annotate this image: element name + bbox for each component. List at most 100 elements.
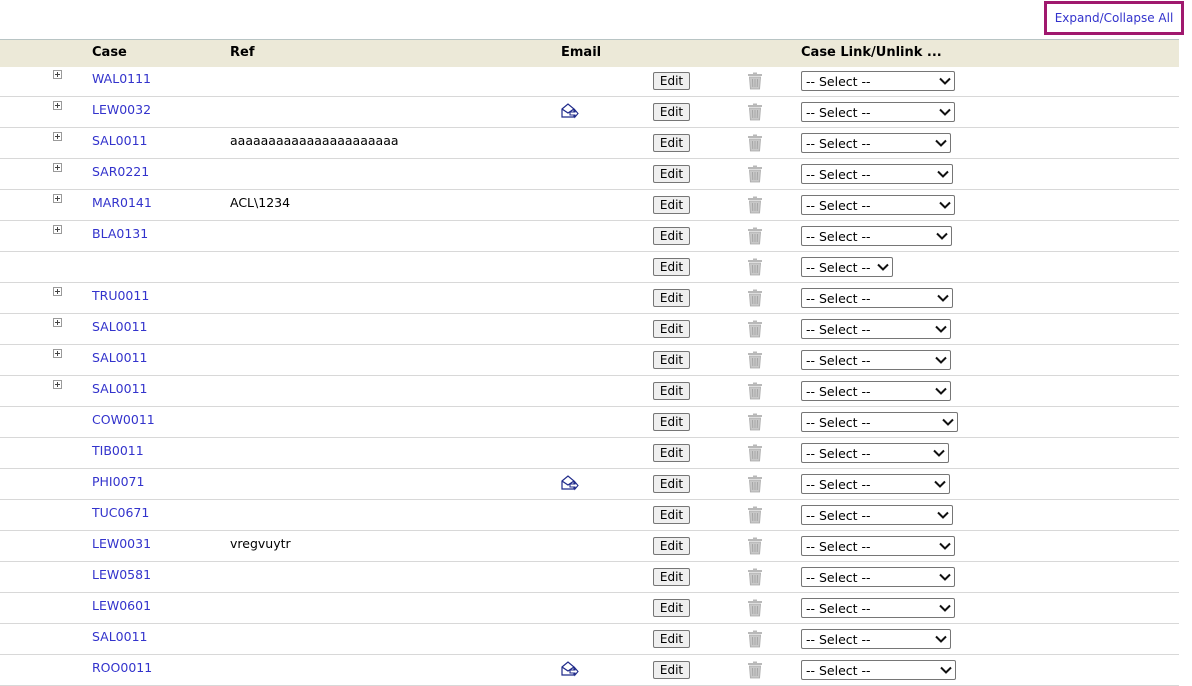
case-link[interactable]: COW0011 (92, 412, 155, 427)
case-link[interactable]: MAR0141 (92, 195, 152, 210)
edit-button[interactable]: Edit (653, 134, 690, 152)
trash-icon[interactable] (747, 72, 763, 90)
case-link[interactable]: LEW0581 (92, 567, 151, 582)
case-link-select[interactable]: -- Select -- (801, 319, 951, 339)
case-link-select[interactable]: -- Select -- (801, 474, 950, 494)
edit-button[interactable]: Edit (653, 599, 690, 617)
case-link[interactable]: LEW0031 (92, 536, 151, 551)
case-link[interactable]: SAL0011 (92, 133, 148, 148)
expand-row-plus-icon[interactable] (53, 101, 62, 110)
select-value: -- Select -- (806, 260, 871, 275)
case-link[interactable]: LEW0601 (92, 598, 151, 613)
edit-button[interactable]: Edit (653, 568, 690, 586)
expand-row-plus-icon[interactable] (53, 132, 62, 141)
case-link-select[interactable]: -- Select -- (801, 629, 951, 649)
select-value: -- Select -- (806, 570, 871, 585)
case-link[interactable]: SAL0011 (92, 629, 148, 644)
chevron-down-icon (934, 137, 950, 149)
case-link-select[interactable]: -- Select -- (801, 257, 893, 277)
edit-button[interactable]: Edit (653, 630, 690, 648)
edit-button[interactable]: Edit (653, 289, 690, 307)
case-link-select[interactable]: -- Select -- (801, 660, 956, 680)
expand-row-plus-icon[interactable] (53, 318, 62, 327)
case-link[interactable]: TUC0671 (92, 505, 149, 520)
trash-icon[interactable] (747, 227, 763, 245)
select-value: -- Select -- (806, 322, 871, 337)
case-link[interactable]: PHI0071 (92, 474, 144, 489)
trash-icon[interactable] (747, 320, 763, 338)
trash-icon[interactable] (747, 196, 763, 214)
trash-icon[interactable] (747, 661, 763, 679)
expand-row-plus-icon[interactable] (53, 287, 62, 296)
case-link-select[interactable]: -- Select -- (801, 443, 949, 463)
case-link[interactable]: WAL0111 (92, 71, 151, 86)
edit-button[interactable]: Edit (653, 165, 690, 183)
case-link-select[interactable]: -- Select -- (801, 381, 951, 401)
case-link-select[interactable]: -- Select -- (801, 226, 952, 246)
expand-row-plus-icon[interactable] (53, 349, 62, 358)
case-link[interactable]: SAL0011 (92, 350, 148, 365)
edit-button[interactable]: Edit (653, 103, 690, 121)
case-link[interactable]: TIB0011 (92, 443, 144, 458)
trash-icon[interactable] (747, 599, 763, 617)
edit-button[interactable]: Edit (653, 351, 690, 369)
edit-button[interactable]: Edit (653, 444, 690, 462)
trash-icon[interactable] (747, 351, 763, 369)
case-link-select[interactable]: -- Select -- (801, 350, 951, 370)
email-forward-icon[interactable] (560, 475, 579, 491)
case-link-select[interactable]: -- Select -- (801, 71, 955, 91)
expand-row-plus-icon[interactable] (53, 194, 62, 203)
trash-icon[interactable] (747, 537, 763, 555)
email-forward-icon[interactable] (560, 103, 579, 119)
case-link-select[interactable]: -- Select -- (801, 102, 955, 122)
edit-button[interactable]: Edit (653, 506, 690, 524)
expand-row-plus-icon[interactable] (53, 225, 62, 234)
case-link-select[interactable]: -- Select -- (801, 536, 955, 556)
trash-icon[interactable] (747, 506, 763, 524)
edit-button[interactable]: Edit (653, 196, 690, 214)
trash-icon[interactable] (747, 475, 763, 493)
table-row: SAL0011 Edit -- Select -- (0, 314, 1179, 345)
expand-row-plus-icon[interactable] (53, 163, 62, 172)
trash-icon[interactable] (747, 444, 763, 462)
trash-icon[interactable] (747, 630, 763, 648)
case-link-select[interactable]: -- Select -- (801, 505, 953, 525)
trash-icon[interactable] (747, 258, 763, 276)
case-link[interactable]: ROO0011 (92, 660, 152, 675)
case-link-select[interactable]: -- Select -- (801, 164, 953, 184)
trash-icon[interactable] (747, 568, 763, 586)
case-link[interactable]: LEW0032 (92, 102, 151, 117)
case-link[interactable]: SAL0011 (92, 319, 148, 334)
edit-button[interactable]: Edit (653, 661, 690, 679)
expand-collapse-all-button[interactable]: Expand/Collapse All (1044, 1, 1184, 35)
select-value: -- Select -- (806, 74, 871, 89)
case-link[interactable]: BLA0131 (92, 226, 148, 241)
trash-icon[interactable] (747, 289, 763, 307)
edit-button[interactable]: Edit (653, 413, 690, 431)
case-link-select[interactable]: -- Select -- (801, 133, 951, 153)
expand-row-plus-icon[interactable] (53, 70, 62, 79)
edit-button[interactable]: Edit (653, 320, 690, 338)
trash-icon[interactable] (747, 413, 763, 431)
edit-button[interactable]: Edit (653, 72, 690, 90)
edit-button[interactable]: Edit (653, 227, 690, 245)
header-ref: Ref (230, 45, 254, 60)
case-link-select[interactable]: -- Select -- (801, 288, 953, 308)
email-forward-icon[interactable] (560, 661, 579, 677)
case-link-select[interactable]: -- Select -- (801, 598, 955, 618)
trash-icon[interactable] (747, 103, 763, 121)
trash-icon[interactable] (747, 165, 763, 183)
edit-button[interactable]: Edit (653, 475, 690, 493)
case-link[interactable]: SAR0221 (92, 164, 149, 179)
case-link[interactable]: SAL0011 (92, 381, 148, 396)
edit-button[interactable]: Edit (653, 258, 690, 276)
expand-row-plus-icon[interactable] (53, 380, 62, 389)
trash-icon[interactable] (747, 382, 763, 400)
case-link-select[interactable]: -- Select -- (801, 567, 955, 587)
case-link[interactable]: TRU0011 (92, 288, 149, 303)
case-link-select[interactable]: -- Select -- (801, 195, 955, 215)
case-link-select[interactable]: -- Select -- (801, 412, 958, 432)
trash-icon[interactable] (747, 134, 763, 152)
edit-button[interactable]: Edit (653, 382, 690, 400)
edit-button[interactable]: Edit (653, 537, 690, 555)
